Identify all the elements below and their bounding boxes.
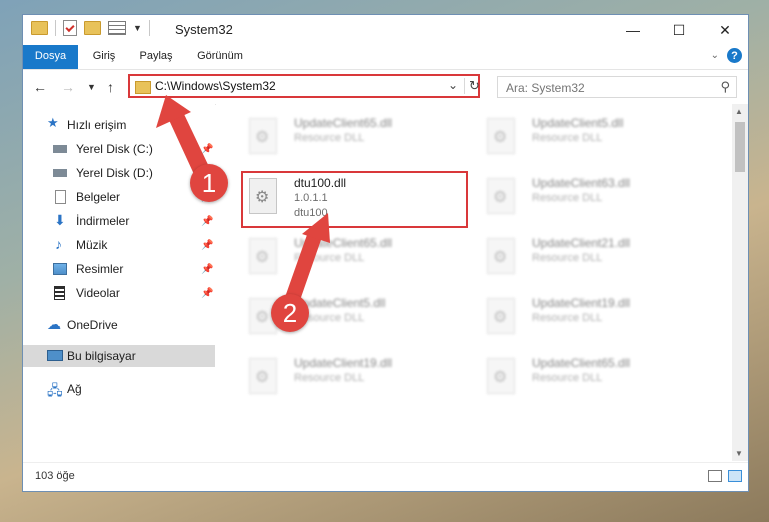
toolbar-separator	[148, 20, 150, 36]
new-folder-icon[interactable]	[84, 21, 101, 35]
search-input[interactable]	[504, 78, 708, 98]
step-badge-2: 2	[271, 294, 309, 332]
folder-icon	[31, 21, 48, 35]
dll-file-icon	[249, 118, 277, 154]
pictures-icon	[53, 263, 67, 275]
navigation-pane: ★ Hızlı erişim Yerel Disk (C:) 📌 Yerel D…	[23, 104, 215, 461]
window-title: System32	[175, 22, 233, 37]
address-dropdown-icon[interactable]: ⌄	[448, 78, 458, 92]
title-bar: ▼ System32 — ☐ ✕	[23, 15, 748, 45]
back-arrow-icon[interactable]: ←	[33, 79, 47, 95]
scroll-down-icon[interactable]: ▼	[735, 449, 743, 458]
file-item[interactable]: UpdateClient63.dll Resource DLL	[480, 174, 710, 224]
item-count: 103 öğe	[35, 470, 75, 482]
dll-file-icon	[249, 358, 277, 394]
pin-icon[interactable]: 📌	[201, 264, 213, 275]
video-icon	[54, 286, 65, 300]
dll-file-icon	[487, 298, 515, 334]
quick-access-toolbar: ▼	[31, 20, 150, 36]
scroll-up-icon[interactable]: ▲	[735, 107, 743, 116]
window-controls: — ☐ ✕	[610, 15, 748, 45]
refresh-icon[interactable]: ↻	[464, 78, 480, 94]
nav-item-videos[interactable]: Videolar 📌	[23, 282, 215, 304]
search-icon[interactable]: ⚲	[720, 79, 730, 95]
drive-icon	[53, 169, 67, 177]
nav-item-this-pc[interactable]: Bu bilgisayar	[23, 345, 215, 367]
dll-file-icon	[487, 178, 515, 214]
pin-icon[interactable]: 📌	[201, 288, 213, 299]
dll-file-icon	[249, 238, 277, 274]
music-icon: ♪	[55, 236, 62, 252]
dll-file-icon	[487, 118, 515, 154]
nav-item-pictures[interactable]: Resimler 📌	[23, 258, 215, 280]
file-item[interactable]: UpdateClient65.dll Resource DLL	[480, 354, 710, 404]
vertical-scrollbar[interactable]: ▲ ▼	[732, 104, 748, 461]
nav-item-music[interactable]: ♪ Müzik 📌	[23, 234, 215, 256]
file-item[interactable]: UpdateClient65.dll Resource DLL	[242, 114, 472, 164]
view-icon[interactable]	[108, 21, 126, 35]
nav-item-onedrive[interactable]: ☁ OneDrive	[23, 314, 215, 336]
tab-home[interactable]: Giriş	[83, 45, 125, 67]
nav-item-downloads[interactable]: ⬇ İndirmeler 📌	[23, 210, 215, 232]
nav-item-disk-d[interactable]: Yerel Disk (D:)	[23, 162, 215, 184]
properties-icon[interactable]	[63, 20, 77, 36]
pin-icon[interactable]: 📌	[201, 144, 213, 155]
close-button[interactable]: ✕	[702, 15, 748, 45]
recent-locations-icon[interactable]: ▼	[87, 82, 96, 92]
dll-file-icon	[487, 358, 515, 394]
pin-icon[interactable]: 📌	[201, 216, 213, 227]
up-arrow-icon[interactable]: ↑	[107, 79, 114, 95]
ribbon-tabs: Dosya Giriş Paylaş Görünüm ⌄ ?	[23, 45, 748, 95]
cloud-icon: ☁	[47, 316, 61, 332]
maximize-button[interactable]: ☐	[656, 15, 702, 45]
toolbar-separator	[55, 20, 56, 36]
file-item[interactable]: UpdateClient21.dll Resource DLL	[480, 234, 710, 284]
address-path[interactable]: C:\Windows\System32	[155, 79, 276, 93]
address-row: ← → ▼ ↑ C:\Windows\System32 ⌄ ↻ ⚲	[23, 69, 748, 105]
pin-icon[interactable]: 📌	[201, 240, 213, 251]
highlight-box	[241, 171, 468, 228]
status-bar: 103 öğe	[23, 462, 748, 491]
help-icon[interactable]: ?	[727, 48, 742, 63]
details-view-icon[interactable]	[708, 470, 722, 482]
minimize-button[interactable]: —	[610, 15, 656, 45]
nav-item-disk-c[interactable]: Yerel Disk (C:) 📌	[23, 138, 215, 160]
expand-ribbon-icon[interactable]: ⌄	[711, 50, 719, 61]
step-badge-1: 1	[190, 164, 228, 202]
file-item[interactable]: UpdateClient19.dll Resource DLL	[242, 354, 472, 404]
drive-icon	[53, 145, 67, 153]
search-box[interactable]: ⚲	[497, 76, 737, 98]
tiles-view-icon[interactable]	[728, 470, 742, 482]
ribbon-right: ⌄ ?	[711, 48, 742, 63]
explorer-window: ▼ System32 — ☐ ✕ Dosya Giriş Paylaş Görü…	[22, 14, 749, 492]
documents-icon	[55, 190, 66, 204]
computer-icon	[47, 350, 63, 361]
folder-icon	[135, 81, 151, 94]
scroll-thumb[interactable]	[735, 122, 745, 172]
dll-file-icon	[487, 238, 515, 274]
view-buttons	[708, 470, 742, 482]
address-bar[interactable]: C:\Windows\System32 ⌄ ↻	[128, 74, 480, 98]
nav-item-network[interactable]: 🖧 Ağ	[23, 378, 215, 400]
network-icon: 🖧	[47, 382, 63, 398]
file-item[interactable]: UpdateClient65.dll Resource DLL	[242, 234, 472, 284]
file-item[interactable]: UpdateClient5.dll Resource DLL	[480, 114, 710, 164]
nav-item-quick-access[interactable]: ★ Hızlı erişim	[23, 114, 215, 136]
star-icon: ★	[47, 115, 59, 130]
customize-dropdown-icon[interactable]: ▼	[133, 23, 142, 33]
tab-view[interactable]: Görünüm	[189, 45, 251, 67]
forward-arrow-icon[interactable]: →	[61, 79, 75, 95]
nav-item-documents[interactable]: Belgeler 📌	[23, 186, 215, 208]
file-list: UpdateClient65.dll Resource DLL dtu100.d…	[216, 104, 734, 461]
download-icon: ⬇	[54, 212, 66, 228]
file-item[interactable]: UpdateClient19.dll Resource DLL	[480, 294, 710, 344]
tab-share[interactable]: Paylaş	[131, 45, 181, 67]
